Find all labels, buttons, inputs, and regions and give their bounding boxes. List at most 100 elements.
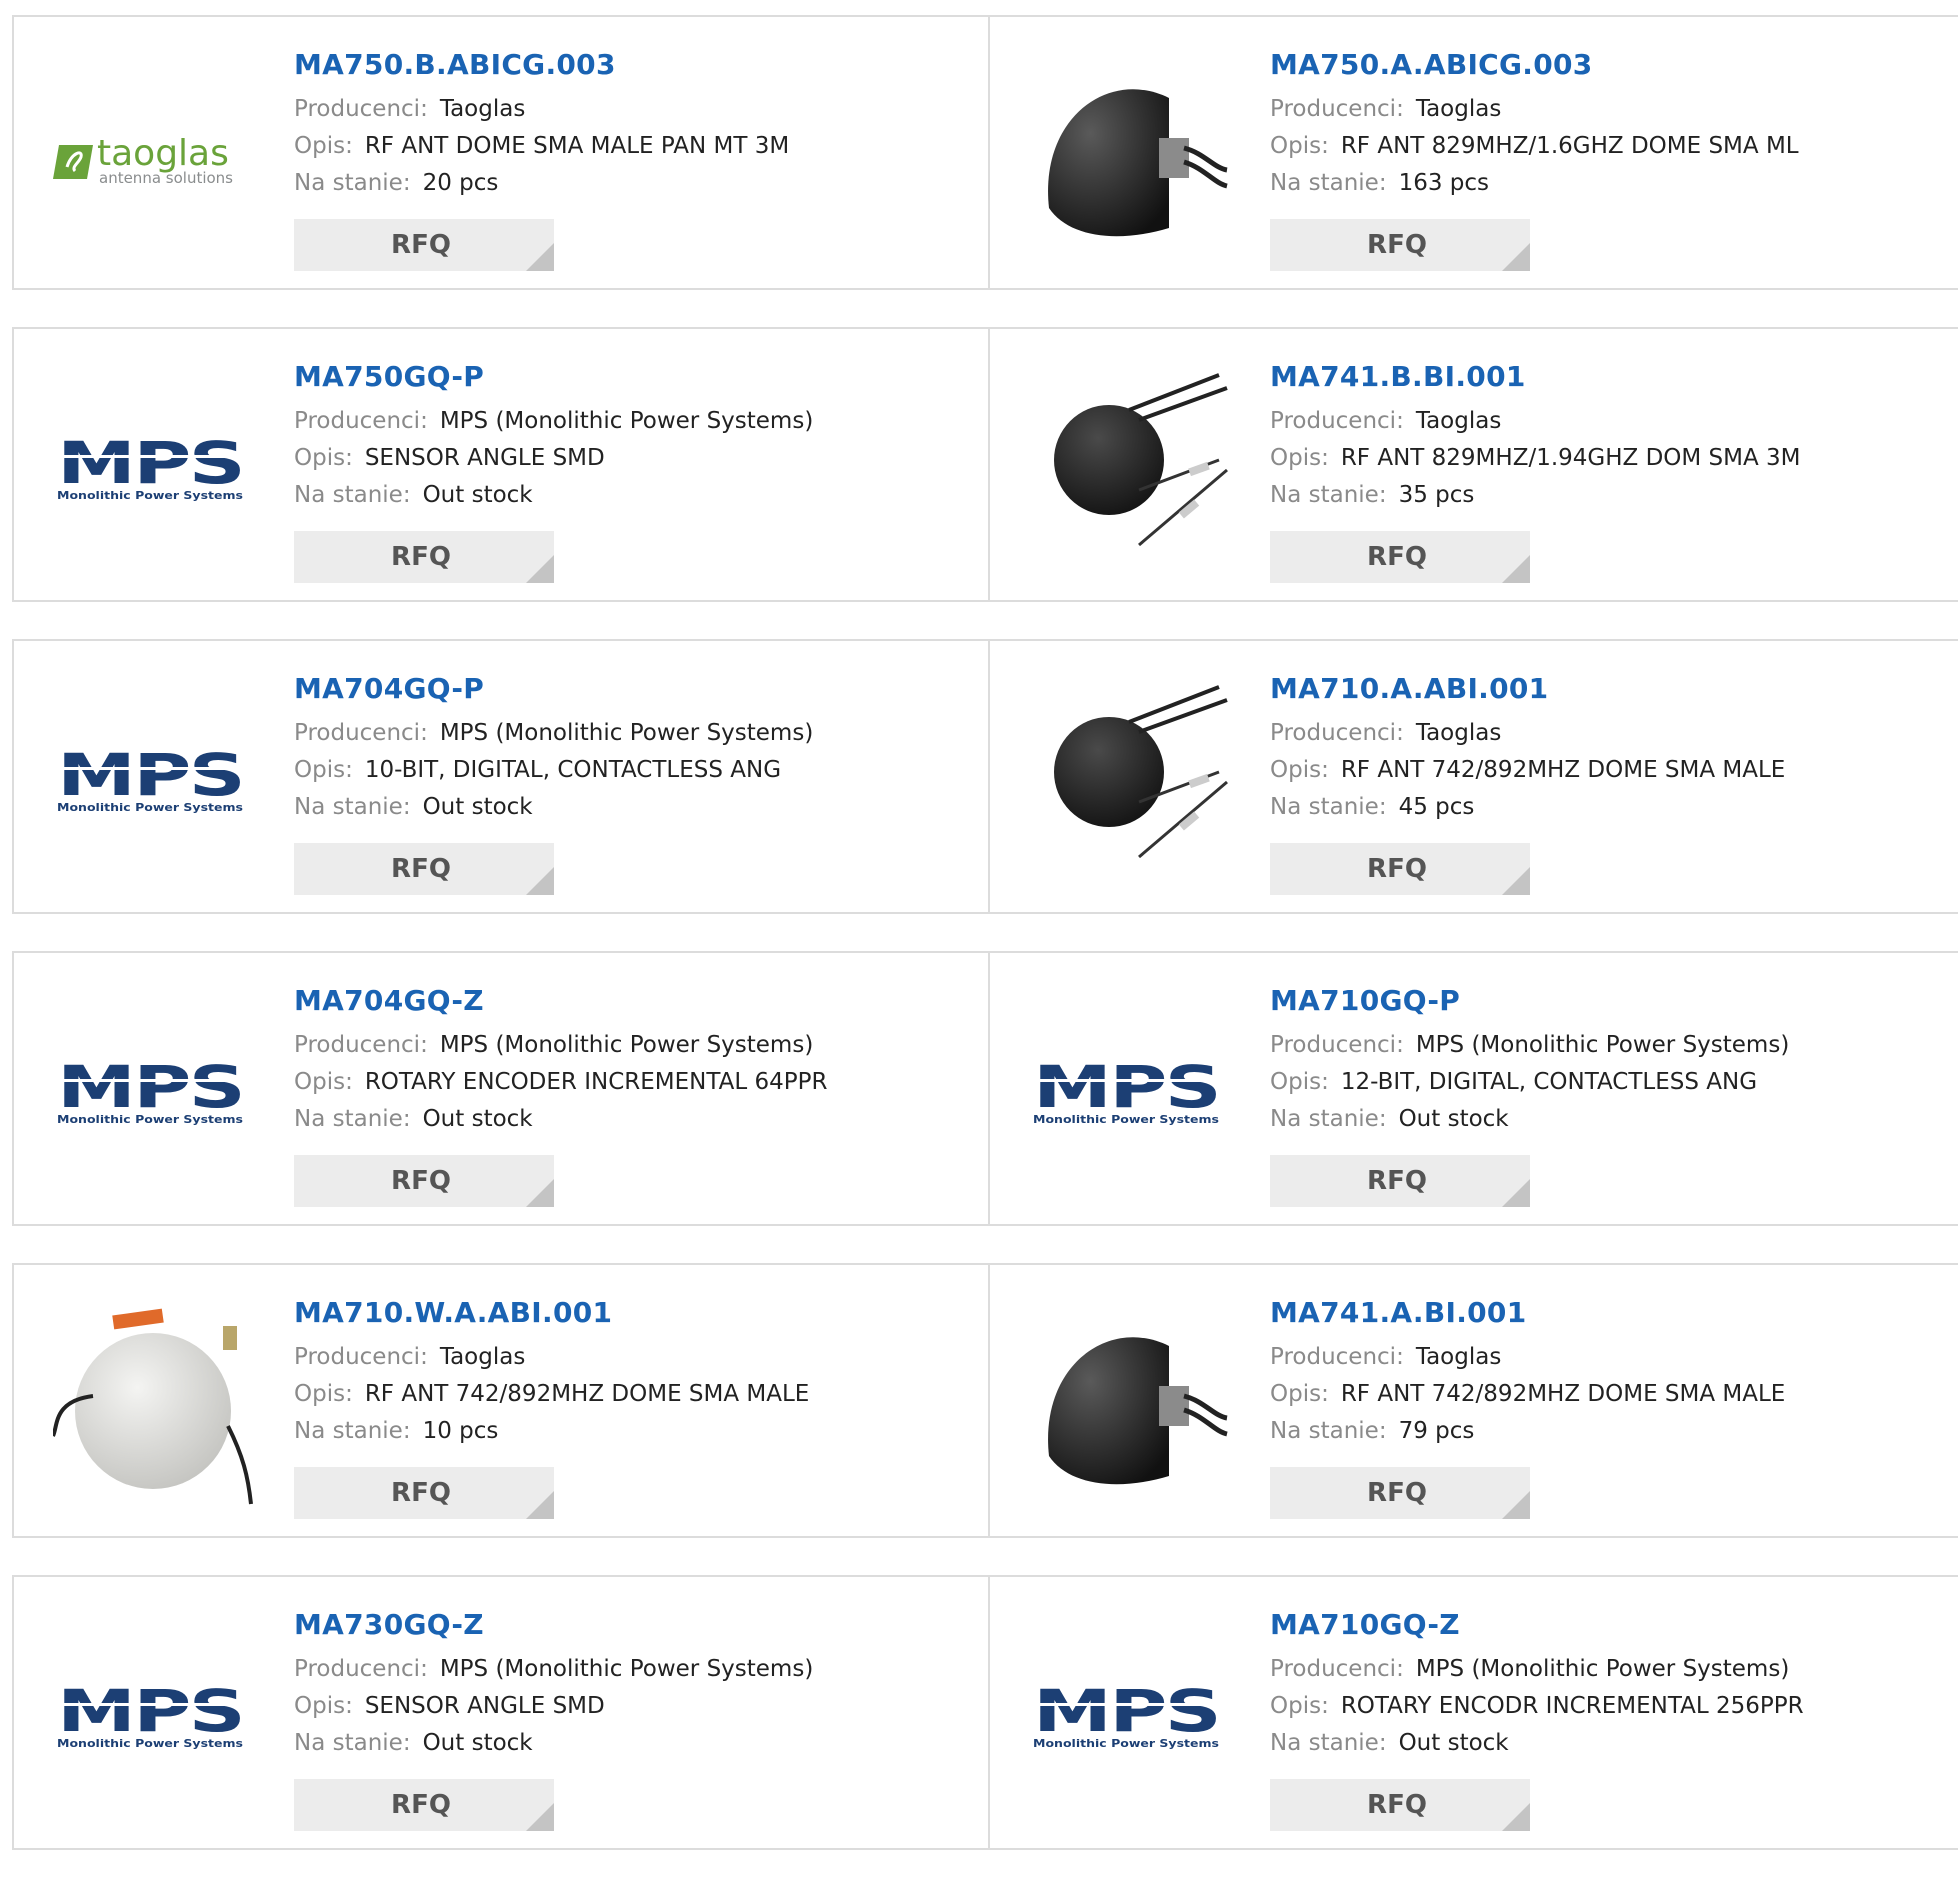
- product-card: MPS Monolithic Power Systems MA704GQ-Z P…: [12, 951, 990, 1226]
- product-card: MA710.W.A.ABI.001 Producenci: Taoglas Opi…: [12, 1263, 990, 1538]
- description-row: Opis: SENSOR ANGLE SMD: [294, 1688, 968, 1725]
- part-number-link[interactable]: MA741.B.BI.001: [1270, 359, 1938, 395]
- description-value: RF ANT 742/892MHZ DOME SMA MALE: [1340, 1381, 1786, 1407]
- manufacturer-row: Producenci: MPS (Monolithic Power Systems…: [294, 715, 968, 752]
- product-image[interactable]: [1028, 1305, 1230, 1507]
- manufacturer-value: Taoglas: [1415, 1344, 1502, 1370]
- rfq-button[interactable]: RFQ: [294, 219, 554, 271]
- manufacturer-label: Producenci:: [1270, 1344, 1404, 1370]
- mps-logo-tagline: Monolithic Power Systems: [57, 1113, 244, 1126]
- rfq-button[interactable]: RFQ: [294, 1467, 554, 1519]
- product-image[interactable]: MPS Monolithic Power Systems: [1028, 1617, 1230, 1819]
- product-card: MPS Monolithic Power Systems MA710GQ-P P…: [990, 951, 1958, 1226]
- rfq-button[interactable]: RFQ: [1270, 1779, 1530, 1831]
- part-number-link[interactable]: MA704GQ-P: [294, 671, 968, 707]
- part-number-link[interactable]: MA710.A.ABI.001: [1270, 671, 1938, 707]
- part-number-link[interactable]: MA710GQ-P: [1270, 983, 1938, 1019]
- rfq-button[interactable]: RFQ: [1270, 1155, 1530, 1207]
- product-card: MPS Monolithic Power Systems MA730GQ-Z P…: [12, 1575, 990, 1850]
- product-image[interactable]: [1028, 369, 1230, 571]
- manufacturer-row: Producenci: MPS (Monolithic Power Systems…: [1270, 1651, 1938, 1688]
- product-card: MPS Monolithic Power Systems MA750GQ-P P…: [12, 327, 990, 602]
- rfq-label: RFQ: [1367, 542, 1427, 572]
- product-image[interactable]: taoglas antenna solutions: [52, 57, 254, 259]
- description-row: Opis: RF ANT 742/892MHZ DOME SMA MALE: [1270, 752, 1938, 789]
- description-value: RF ANT 829MHZ/1.6GHZ DOME SMA ML: [1340, 133, 1799, 159]
- stock-label: Na stanie:: [294, 1730, 411, 1756]
- rfq-button[interactable]: RFQ: [1270, 531, 1530, 583]
- product-image[interactable]: [52, 1305, 254, 1507]
- stock-label: Na stanie:: [294, 1418, 411, 1444]
- stock-value: Out stock: [422, 1106, 533, 1132]
- manufacturer-row: Producenci: MPS (Monolithic Power Systems…: [294, 403, 968, 440]
- stock-value: Out stock: [422, 794, 533, 820]
- description-value: ROTARY ENCODR INCREMENTAL 256PPR: [1340, 1693, 1804, 1719]
- product-info: MA710GQ-P Producenci: MPS (Monolithic Pow…: [1270, 983, 1938, 1138]
- part-number-link[interactable]: MA750.A.ABICG.003: [1270, 47, 1938, 83]
- rfq-button[interactable]: RFQ: [1270, 1467, 1530, 1519]
- part-number-link[interactable]: MA704GQ-Z: [294, 983, 968, 1019]
- product-info: MA730GQ-Z Producenci: MPS (Monolithic Pow…: [294, 1607, 968, 1762]
- part-number-link[interactable]: MA750GQ-P: [294, 359, 968, 395]
- rfq-label: RFQ: [391, 1790, 451, 1820]
- stock-value: Out stock: [422, 482, 533, 508]
- manufacturer-value: MPS (Monolithic Power Systems): [439, 720, 814, 746]
- part-number-link[interactable]: MA710.W.A.ABI.001: [294, 1295, 968, 1331]
- rfq-button[interactable]: RFQ: [1270, 843, 1530, 895]
- description-label: Opis:: [1270, 133, 1329, 159]
- manufacturer-row: Producenci: MPS (Monolithic Power Systems…: [294, 1027, 968, 1064]
- product-row: MA710.W.A.ABI.001 Producenci: Taoglas Opi…: [12, 1263, 1958, 1538]
- mps-logo-name: MPS: [57, 435, 243, 497]
- product-row: MPS Monolithic Power Systems MA750GQ-P P…: [12, 327, 1958, 602]
- product-image[interactable]: [1028, 681, 1230, 883]
- manufacturer-value: MPS (Monolithic Power Systems): [1415, 1032, 1790, 1058]
- manufacturer-row: Producenci: Taoglas: [294, 91, 968, 128]
- product-image[interactable]: MPS Monolithic Power Systems: [52, 681, 254, 883]
- product-image[interactable]: MPS Monolithic Power Systems: [52, 369, 254, 571]
- rfq-button[interactable]: RFQ: [1270, 219, 1530, 271]
- rfq-label: RFQ: [1367, 1166, 1427, 1196]
- rfq-label: RFQ: [1367, 1478, 1427, 1508]
- description-label: Opis:: [294, 1381, 353, 1407]
- stock-label: Na stanie:: [1270, 1418, 1387, 1444]
- part-number-link[interactable]: MA741.A.BI.001: [1270, 1295, 1938, 1331]
- product-image[interactable]: MPS Monolithic Power Systems: [1028, 993, 1230, 1195]
- part-number-link[interactable]: MA730GQ-Z: [294, 1607, 968, 1643]
- manufacturer-label: Producenci:: [294, 1344, 428, 1370]
- rfq-label: RFQ: [391, 1478, 451, 1508]
- mps-logo-icon: MPS Monolithic Power Systems: [57, 747, 245, 814]
- manufacturer-row: Producenci: Taoglas: [1270, 403, 1938, 440]
- product-image[interactable]: MPS Monolithic Power Systems: [52, 1617, 254, 1819]
- stock-row: Na stanie: 10 pcs: [294, 1413, 968, 1450]
- product-info: MA750GQ-P Producenci: MPS (Monolithic Pow…: [294, 359, 968, 514]
- rfq-button[interactable]: RFQ: [294, 1779, 554, 1831]
- description-value: RF ANT 742/892MHZ DOME SMA MALE: [1340, 757, 1786, 783]
- corner-fold-icon: [526, 867, 554, 895]
- part-number-link[interactable]: MA710GQ-Z: [1270, 1607, 1938, 1643]
- mps-logo-icon: MPS Monolithic Power Systems: [1033, 1059, 1221, 1126]
- black-ball-antenna-icon: [1054, 373, 1228, 547]
- product-card: MPS Monolithic Power Systems MA704GQ-P P…: [12, 639, 990, 914]
- stock-label: Na stanie:: [294, 170, 411, 196]
- stock-row: Na stanie: Out stock: [294, 789, 968, 826]
- product-image[interactable]: MPS Monolithic Power Systems: [52, 993, 254, 1195]
- product-info: MA710.W.A.ABI.001 Producenci: Taoglas Opi…: [294, 1295, 968, 1450]
- corner-fold-icon: [526, 1491, 554, 1519]
- rfq-button[interactable]: RFQ: [294, 843, 554, 895]
- product-image[interactable]: [1028, 57, 1230, 259]
- taoglas-logo-icon: taoglas antenna solutions: [53, 133, 233, 187]
- corner-fold-icon: [1502, 243, 1530, 271]
- product-info: MA710.A.ABI.001 Producenci: Taoglas Opis:…: [1270, 671, 1938, 826]
- part-number-link[interactable]: MA750.B.ABICG.003: [294, 47, 968, 83]
- stock-value: 45 pcs: [1398, 794, 1475, 820]
- manufacturer-label: Producenci:: [294, 408, 428, 434]
- rfq-button[interactable]: RFQ: [294, 1155, 554, 1207]
- taoglas-logo-name: taoglas: [97, 133, 229, 174]
- product-card: MA710.A.ABI.001 Producenci: Taoglas Opis:…: [990, 639, 1958, 914]
- mps-logo-name: MPS: [57, 1059, 243, 1121]
- rfq-label: RFQ: [1367, 230, 1427, 260]
- mps-logo-tagline: Monolithic Power Systems: [1033, 1737, 1220, 1750]
- rfq-button[interactable]: RFQ: [294, 531, 554, 583]
- description-label: Opis:: [1270, 1381, 1329, 1407]
- manufacturer-label: Producenci:: [294, 1032, 428, 1058]
